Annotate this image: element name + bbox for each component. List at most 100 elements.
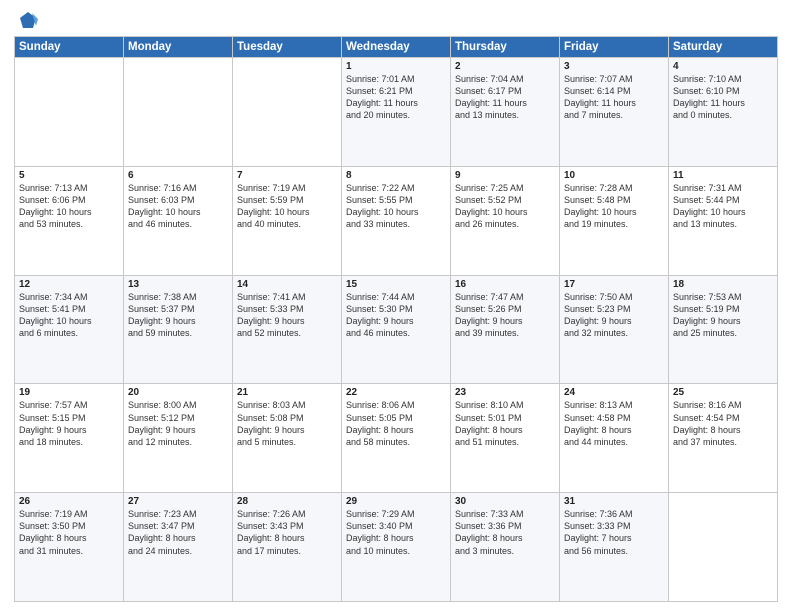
day-cell: 29Sunrise: 7:29 AM Sunset: 3:40 PM Dayli… [342, 493, 451, 602]
day-cell: 28Sunrise: 7:26 AM Sunset: 3:43 PM Dayli… [233, 493, 342, 602]
day-content: Sunrise: 8:16 AM Sunset: 4:54 PM Dayligh… [673, 399, 773, 448]
day-content: Sunrise: 7:23 AM Sunset: 3:47 PM Dayligh… [128, 508, 228, 557]
day-cell: 23Sunrise: 8:10 AM Sunset: 5:01 PM Dayli… [451, 384, 560, 493]
day-number: 21 [237, 387, 337, 398]
day-number: 11 [673, 170, 773, 181]
day-cell: 30Sunrise: 7:33 AM Sunset: 3:36 PM Dayli… [451, 493, 560, 602]
day-number: 26 [19, 496, 119, 507]
day-content: Sunrise: 8:10 AM Sunset: 5:01 PM Dayligh… [455, 399, 555, 448]
day-cell: 15Sunrise: 7:44 AM Sunset: 5:30 PM Dayli… [342, 275, 451, 384]
logo [14, 10, 40, 30]
day-number: 4 [673, 61, 773, 72]
calendar-table: SundayMondayTuesdayWednesdayThursdayFrid… [14, 36, 778, 602]
day-number: 29 [346, 496, 446, 507]
day-number: 22 [346, 387, 446, 398]
day-number: 31 [564, 496, 664, 507]
day-content: Sunrise: 7:01 AM Sunset: 6:21 PM Dayligh… [346, 73, 446, 122]
day-cell: 3Sunrise: 7:07 AM Sunset: 6:14 PM Daylig… [560, 58, 669, 167]
day-cell: 19Sunrise: 7:57 AM Sunset: 5:15 PM Dayli… [15, 384, 124, 493]
day-content: Sunrise: 7:16 AM Sunset: 6:03 PM Dayligh… [128, 182, 228, 231]
day-cell: 14Sunrise: 7:41 AM Sunset: 5:33 PM Dayli… [233, 275, 342, 384]
day-cell: 18Sunrise: 7:53 AM Sunset: 5:19 PM Dayli… [669, 275, 778, 384]
day-cell: 11Sunrise: 7:31 AM Sunset: 5:44 PM Dayli… [669, 166, 778, 275]
day-content: Sunrise: 7:10 AM Sunset: 6:10 PM Dayligh… [673, 73, 773, 122]
week-row-3: 12Sunrise: 7:34 AM Sunset: 5:41 PM Dayli… [15, 275, 778, 384]
day-number: 14 [237, 279, 337, 290]
day-content: Sunrise: 8:06 AM Sunset: 5:05 PM Dayligh… [346, 399, 446, 448]
day-content: Sunrise: 7:44 AM Sunset: 5:30 PM Dayligh… [346, 291, 446, 340]
day-content: Sunrise: 7:13 AM Sunset: 6:06 PM Dayligh… [19, 182, 119, 231]
day-content: Sunrise: 7:07 AM Sunset: 6:14 PM Dayligh… [564, 73, 664, 122]
day-number: 7 [237, 170, 337, 181]
day-number: 8 [346, 170, 446, 181]
day-content: Sunrise: 7:47 AM Sunset: 5:26 PM Dayligh… [455, 291, 555, 340]
day-cell: 8Sunrise: 7:22 AM Sunset: 5:55 PM Daylig… [342, 166, 451, 275]
day-content: Sunrise: 7:19 AM Sunset: 3:50 PM Dayligh… [19, 508, 119, 557]
weekday-header-tuesday: Tuesday [233, 37, 342, 58]
page: SundayMondayTuesdayWednesdayThursdayFrid… [0, 0, 792, 612]
day-cell: 25Sunrise: 8:16 AM Sunset: 4:54 PM Dayli… [669, 384, 778, 493]
day-number: 19 [19, 387, 119, 398]
day-number: 25 [673, 387, 773, 398]
header [14, 10, 778, 30]
day-cell: 10Sunrise: 7:28 AM Sunset: 5:48 PM Dayli… [560, 166, 669, 275]
weekday-header-wednesday: Wednesday [342, 37, 451, 58]
day-cell [15, 58, 124, 167]
logo-icon [16, 10, 40, 34]
day-cell: 17Sunrise: 7:50 AM Sunset: 5:23 PM Dayli… [560, 275, 669, 384]
weekday-header-saturday: Saturday [669, 37, 778, 58]
day-content: Sunrise: 7:25 AM Sunset: 5:52 PM Dayligh… [455, 182, 555, 231]
week-row-2: 5Sunrise: 7:13 AM Sunset: 6:06 PM Daylig… [15, 166, 778, 275]
day-number: 16 [455, 279, 555, 290]
day-content: Sunrise: 7:04 AM Sunset: 6:17 PM Dayligh… [455, 73, 555, 122]
day-number: 20 [128, 387, 228, 398]
day-content: Sunrise: 8:13 AM Sunset: 4:58 PM Dayligh… [564, 399, 664, 448]
day-number: 27 [128, 496, 228, 507]
day-number: 15 [346, 279, 446, 290]
day-cell: 24Sunrise: 8:13 AM Sunset: 4:58 PM Dayli… [560, 384, 669, 493]
day-cell: 2Sunrise: 7:04 AM Sunset: 6:17 PM Daylig… [451, 58, 560, 167]
day-content: Sunrise: 7:29 AM Sunset: 3:40 PM Dayligh… [346, 508, 446, 557]
day-number: 5 [19, 170, 119, 181]
day-cell: 13Sunrise: 7:38 AM Sunset: 5:37 PM Dayli… [124, 275, 233, 384]
day-number: 23 [455, 387, 555, 398]
day-content: Sunrise: 7:28 AM Sunset: 5:48 PM Dayligh… [564, 182, 664, 231]
day-number: 17 [564, 279, 664, 290]
day-cell [124, 58, 233, 167]
day-content: Sunrise: 8:03 AM Sunset: 5:08 PM Dayligh… [237, 399, 337, 448]
day-number: 3 [564, 61, 664, 72]
day-cell: 7Sunrise: 7:19 AM Sunset: 5:59 PM Daylig… [233, 166, 342, 275]
day-cell: 4Sunrise: 7:10 AM Sunset: 6:10 PM Daylig… [669, 58, 778, 167]
day-content: Sunrise: 8:00 AM Sunset: 5:12 PM Dayligh… [128, 399, 228, 448]
day-content: Sunrise: 7:34 AM Sunset: 5:41 PM Dayligh… [19, 291, 119, 340]
day-content: Sunrise: 7:31 AM Sunset: 5:44 PM Dayligh… [673, 182, 773, 231]
day-number: 12 [19, 279, 119, 290]
day-content: Sunrise: 7:19 AM Sunset: 5:59 PM Dayligh… [237, 182, 337, 231]
day-number: 24 [564, 387, 664, 398]
week-row-4: 19Sunrise: 7:57 AM Sunset: 5:15 PM Dayli… [15, 384, 778, 493]
weekday-header-monday: Monday [124, 37, 233, 58]
day-number: 2 [455, 61, 555, 72]
weekday-header-thursday: Thursday [451, 37, 560, 58]
day-content: Sunrise: 7:36 AM Sunset: 3:33 PM Dayligh… [564, 508, 664, 557]
day-content: Sunrise: 7:41 AM Sunset: 5:33 PM Dayligh… [237, 291, 337, 340]
day-cell: 21Sunrise: 8:03 AM Sunset: 5:08 PM Dayli… [233, 384, 342, 493]
day-cell: 12Sunrise: 7:34 AM Sunset: 5:41 PM Dayli… [15, 275, 124, 384]
day-content: Sunrise: 7:57 AM Sunset: 5:15 PM Dayligh… [19, 399, 119, 448]
day-cell: 26Sunrise: 7:19 AM Sunset: 3:50 PM Dayli… [15, 493, 124, 602]
day-content: Sunrise: 7:50 AM Sunset: 5:23 PM Dayligh… [564, 291, 664, 340]
day-content: Sunrise: 7:22 AM Sunset: 5:55 PM Dayligh… [346, 182, 446, 231]
day-number: 30 [455, 496, 555, 507]
day-content: Sunrise: 7:53 AM Sunset: 5:19 PM Dayligh… [673, 291, 773, 340]
week-row-1: 1Sunrise: 7:01 AM Sunset: 6:21 PM Daylig… [15, 58, 778, 167]
day-cell: 1Sunrise: 7:01 AM Sunset: 6:21 PM Daylig… [342, 58, 451, 167]
day-number: 6 [128, 170, 228, 181]
day-cell [669, 493, 778, 602]
day-cell: 6Sunrise: 7:16 AM Sunset: 6:03 PM Daylig… [124, 166, 233, 275]
weekday-header-sunday: Sunday [15, 37, 124, 58]
day-number: 9 [455, 170, 555, 181]
day-content: Sunrise: 7:38 AM Sunset: 5:37 PM Dayligh… [128, 291, 228, 340]
day-cell: 16Sunrise: 7:47 AM Sunset: 5:26 PM Dayli… [451, 275, 560, 384]
day-cell: 22Sunrise: 8:06 AM Sunset: 5:05 PM Dayli… [342, 384, 451, 493]
day-number: 18 [673, 279, 773, 290]
